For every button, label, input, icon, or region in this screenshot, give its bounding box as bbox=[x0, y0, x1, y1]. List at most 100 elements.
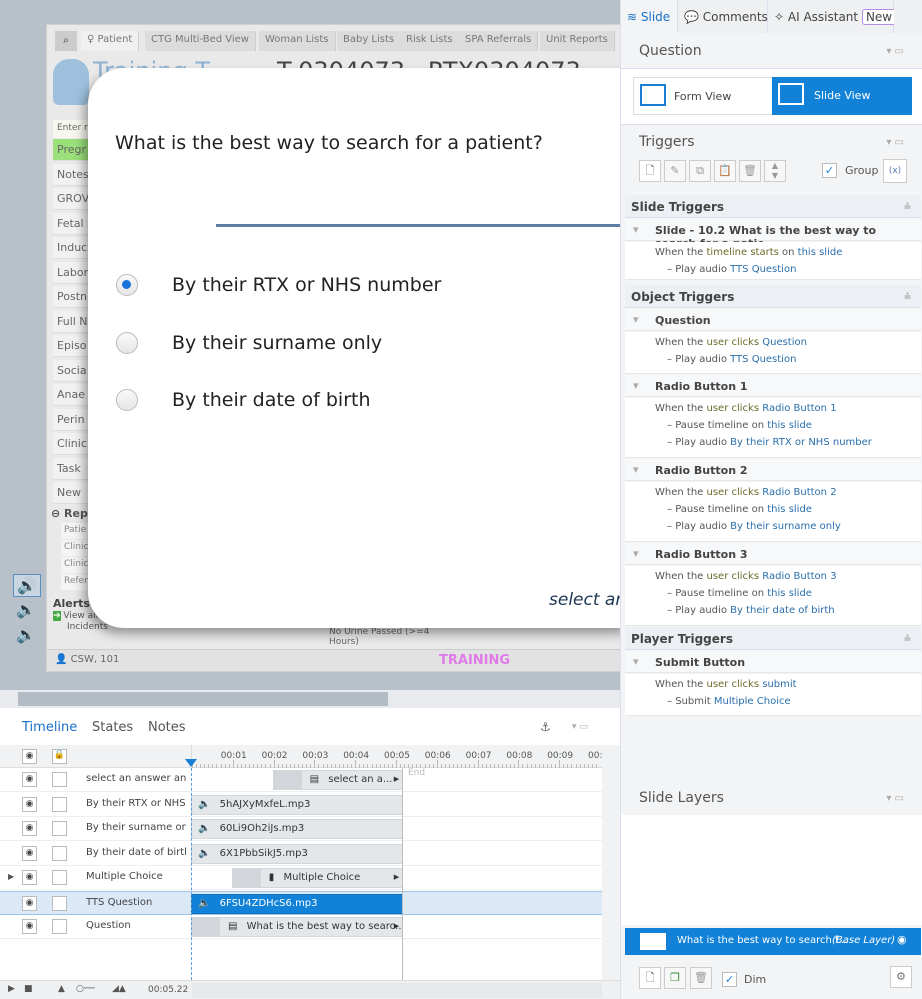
trigger-object[interactable]: Slide - 10.2 What is the best way to sea… bbox=[625, 219, 921, 250]
delete-layer-button[interactable]: 🗑 bbox=[690, 967, 712, 989]
question-text[interactable]: What is the best way to search for a pat… bbox=[115, 132, 543, 154]
trigger-token[interactable]: this slide bbox=[767, 588, 812, 599]
dim-checkbox[interactable]: ✓ bbox=[722, 972, 737, 987]
trigger-token[interactable]: By their date of birth bbox=[730, 605, 834, 616]
stage-horizontal-scrollbar[interactable] bbox=[0, 690, 620, 708]
lock-icon[interactable]: 🔒 bbox=[52, 749, 67, 764]
panel-dropdown-icon[interactable]: ▾ ▭ bbox=[886, 46, 904, 57]
trigger-line[interactable]: – Pause timeline on this slide bbox=[667, 420, 812, 431]
trigger-token[interactable]: this slide bbox=[798, 247, 843, 258]
row-name[interactable]: By their RTX or NHS ... bbox=[86, 798, 186, 809]
trigger-object[interactable]: Question bbox=[625, 309, 921, 331]
paste-trigger-button[interactable]: 📋 bbox=[714, 160, 736, 182]
trigger-body[interactable]: When the timeline starts on this slide – … bbox=[625, 242, 921, 280]
instruction-text[interactable]: select an bbox=[549, 590, 626, 610]
timeline-bar[interactable]: 🔈 60Li9Oh2iJs.mp3 bbox=[191, 819, 404, 839]
collapse-icon[interactable]: ⩮ bbox=[904, 289, 911, 304]
trigger-body[interactable]: When the user clicks submit – Submit Mult… bbox=[625, 674, 921, 716]
trigger-token[interactable]: Radio Button 3 bbox=[762, 571, 836, 582]
form-view-button[interactable]: Form View bbox=[633, 77, 773, 115]
tab-comments[interactable]: 💬 Comments bbox=[678, 0, 768, 33]
eye-icon[interactable]: ◉ bbox=[897, 933, 907, 946]
timeline-row[interactable]: ◉ By their RTX or NHS ... 🔈 5hAJXyMxfeL.… bbox=[0, 793, 602, 817]
trigger-line[interactable]: – Play audio By their date of birth bbox=[667, 605, 835, 616]
panel-dropdown-icon[interactable]: ▾ ▭ bbox=[886, 137, 904, 148]
tab-notes[interactable]: Notes bbox=[148, 720, 186, 735]
timeline-row[interactable]: ◉ By their date of birth 🔈 6X1PbbSikJ5.m… bbox=[0, 842, 602, 866]
edit-trigger-button[interactable]: ✎ bbox=[664, 160, 686, 182]
trigger-object[interactable]: Radio Button 3 bbox=[625, 543, 921, 565]
option-label[interactable]: By their RTX or NHS number bbox=[172, 274, 441, 296]
variables-button[interactable]: (x) bbox=[883, 159, 907, 183]
tab-slide[interactable]: ≋ Slide bbox=[621, 0, 678, 33]
row-name[interactable]: TTS Question bbox=[86, 897, 186, 908]
timeline-vertical-scrollbar[interactable] bbox=[602, 745, 620, 980]
trigger-line[interactable]: – Play audio By their surname only bbox=[667, 521, 841, 532]
copy-trigger-button[interactable]: ⧉ bbox=[689, 160, 711, 182]
eye-icon[interactable]: ◉ bbox=[22, 772, 37, 787]
row-name[interactable]: select an answer and... bbox=[86, 773, 186, 784]
speaker-icon[interactable]: 🔊 bbox=[13, 574, 41, 597]
trigger-token[interactable]: submit bbox=[762, 679, 796, 690]
trigger-body[interactable]: When the user clicks Question – Play audi… bbox=[625, 332, 921, 374]
trigger-object[interactable]: Radio Button 2 bbox=[625, 459, 921, 481]
row-name[interactable]: By their surname only bbox=[86, 822, 186, 833]
zoom-in-icon[interactable]: ◢▲ bbox=[112, 984, 126, 994]
trigger-object[interactable]: Submit Button bbox=[625, 651, 921, 673]
playhead[interactable] bbox=[185, 759, 197, 767]
timeline-row[interactable]: ◉ TTS Question 🔈 6FSU4ZDHcS6.mp3 bbox=[0, 890, 602, 915]
trigger-line[interactable]: – Submit Multiple Choice bbox=[667, 696, 791, 707]
radio-button-2[interactable] bbox=[116, 332, 138, 354]
trigger-token[interactable]: this slide bbox=[767, 420, 812, 431]
play-icon[interactable]: ▶ bbox=[8, 984, 15, 994]
lock-checkbox[interactable] bbox=[52, 796, 67, 812]
option-label[interactable]: By their date of birth bbox=[172, 389, 371, 411]
expand-arrow-icon[interactable]: ▶ bbox=[394, 775, 399, 783]
trigger-body[interactable]: When the user clicks Radio Button 3 – Pau… bbox=[625, 566, 921, 626]
move-trigger-button[interactable]: ▲ ▼ bbox=[764, 160, 786, 182]
timeline-bar[interactable]: 🔈 5hAJXyMxfeL.mp3 bbox=[191, 794, 404, 815]
timeline-bar[interactable]: ▤ What is the best way to searc... ▶ bbox=[191, 917, 404, 937]
eye-icon[interactable]: ◉ bbox=[22, 821, 37, 836]
trigger-line[interactable]: When the user clicks Question bbox=[655, 337, 807, 348]
zoom-out-icon[interactable]: ▲ bbox=[58, 984, 65, 994]
tab-timeline[interactable]: Timeline bbox=[22, 720, 77, 735]
timeline-bar[interactable]: 🔈 6FSU4ZDHcS6.mp3 bbox=[191, 893, 404, 914]
stop-icon[interactable]: ■ bbox=[24, 984, 33, 994]
trigger-token[interactable]: Radio Button 2 bbox=[762, 487, 836, 498]
row-name[interactable]: Question bbox=[86, 920, 186, 931]
eye-icon[interactable]: ◉ bbox=[22, 845, 37, 861]
base-layer-row[interactable]: What is the best way to search f... (Bas… bbox=[625, 928, 921, 955]
eye-icon[interactable]: ◉ bbox=[22, 796, 37, 812]
timeline-row[interactable]: ◉ Question ▤ What is the best way to sea… bbox=[0, 915, 602, 939]
trigger-token[interactable]: By their surname only bbox=[730, 521, 841, 532]
trigger-body[interactable]: When the user clicks Radio Button 2 – Pau… bbox=[625, 482, 921, 542]
tab-ai-assistant[interactable]: ✧ AI Assistant New bbox=[768, 0, 897, 33]
trigger-token[interactable]: Multiple Choice bbox=[714, 696, 791, 707]
row-name[interactable]: By their date of birth bbox=[86, 847, 186, 858]
delete-trigger-button[interactable]: 🗑 bbox=[739, 160, 761, 182]
lock-checkbox[interactable] bbox=[52, 845, 67, 861]
new-trigger-button[interactable]: 🗋 bbox=[639, 160, 661, 182]
new-layer-button[interactable]: 🗋 bbox=[639, 967, 661, 989]
expand-arrow-icon[interactable]: ▶ bbox=[394, 873, 399, 881]
eye-icon[interactable]: ◉ bbox=[22, 749, 37, 764]
expand-arrow-icon[interactable]: ▶ bbox=[394, 922, 399, 930]
trigger-token[interactable]: Question bbox=[762, 337, 807, 348]
trigger-token[interactable]: this slide bbox=[767, 504, 812, 515]
radio-button-3[interactable] bbox=[116, 389, 138, 411]
option-label[interactable]: By their surname only bbox=[172, 332, 382, 354]
timeline-bar[interactable]: ▤ select an a... ▶ bbox=[272, 770, 404, 790]
collapse-icon[interactable]: ⩮ bbox=[904, 199, 911, 214]
timeline-row[interactable]: ◉ select an answer and... ▤ select an a.… bbox=[0, 768, 602, 792]
eye-icon[interactable]: ◉ bbox=[22, 895, 37, 911]
trigger-token[interactable]: Radio Button 1 bbox=[762, 403, 836, 414]
scrollbar-thumb[interactable] bbox=[18, 692, 388, 706]
trigger-line[interactable]: – Pause timeline on this slide bbox=[667, 504, 812, 515]
timeline-bar[interactable]: ▮ Multiple Choice ▶ bbox=[231, 868, 404, 888]
timeline-options-icon[interactable]: ⚓ bbox=[540, 720, 551, 734]
trigger-token[interactable]: TTS Question bbox=[730, 354, 796, 365]
duplicate-layer-button[interactable]: ❐ bbox=[664, 967, 686, 989]
expand-arrow-icon[interactable]: ▶ bbox=[8, 872, 14, 881]
timeline-row[interactable]: ◉ By their surname only 🔈 60Li9Oh2iJs.mp… bbox=[0, 817, 602, 841]
